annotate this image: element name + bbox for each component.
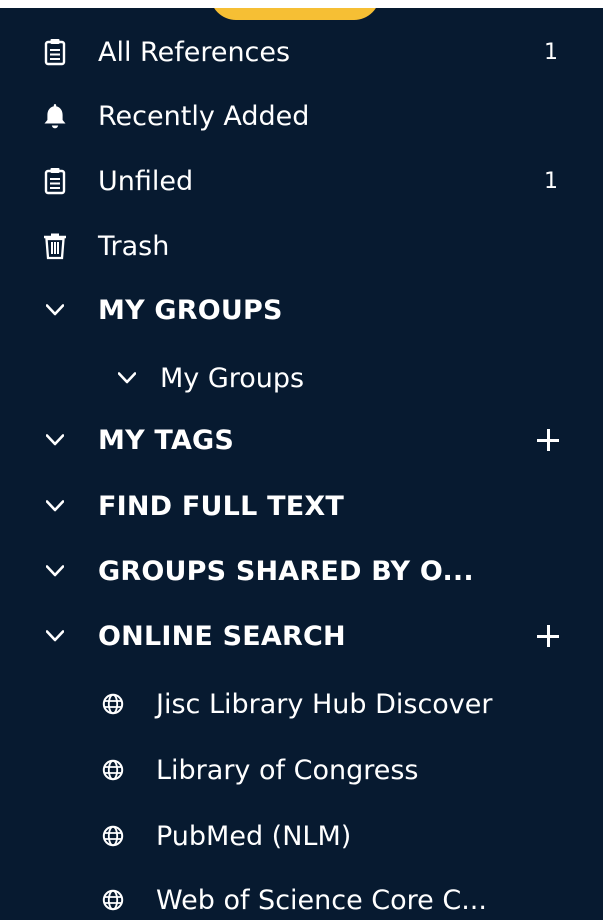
trash-icon	[42, 232, 68, 260]
sidebar-item-label: Recently Added	[98, 100, 310, 132]
sidebar-item-label: Library of Congress	[156, 754, 419, 786]
sidebar-item-label: All References	[98, 36, 291, 68]
sidebar-item-all-references[interactable]: All References 1	[0, 24, 603, 80]
sidebar-item-label: Jisc Library Hub Discover	[156, 688, 493, 720]
chevron-down-icon[interactable]	[46, 565, 64, 577]
section-online-search[interactable]: ONLINE SEARCH	[0, 608, 603, 664]
sidebar-item-web-of-science[interactable]: Web of Science Core C...	[0, 872, 603, 920]
globe-icon	[102, 889, 124, 911]
sidebar-item-my-groups[interactable]: My Groups	[0, 350, 603, 406]
add-tag-plus-icon[interactable]	[537, 429, 559, 451]
chevron-down-icon[interactable]	[46, 304, 64, 316]
add-online-search-plus-icon[interactable]	[537, 625, 559, 647]
section-title: FIND FULL TEXT	[98, 490, 344, 522]
section-title: MY GROUPS	[98, 294, 283, 326]
section-my-tags[interactable]: MY TAGS	[0, 412, 603, 468]
reference-count: 1	[544, 39, 558, 65]
sidebar-item-label: Web of Science Core C...	[156, 884, 487, 916]
sidebar-item-label: PubMed (NLM)	[156, 820, 352, 852]
sidebar-item-label: My Groups	[160, 362, 305, 394]
section-title: ONLINE SEARCH	[98, 620, 346, 652]
bell-icon	[42, 102, 68, 130]
top-accent-shape	[210, 8, 380, 20]
sidebar-item-unfiled[interactable]: Unfiled 1	[0, 153, 603, 209]
sidebar-item-jisc-library-hub[interactable]: Jisc Library Hub Discover	[0, 676, 603, 732]
chevron-down-icon[interactable]	[46, 630, 64, 642]
section-my-groups[interactable]: MY GROUPS	[0, 282, 603, 338]
section-find-full-text[interactable]: FIND FULL TEXT	[0, 478, 603, 534]
section-title: GROUPS SHARED BY O...	[98, 555, 474, 587]
clipboard-icon	[42, 38, 68, 66]
chevron-down-icon[interactable]	[46, 434, 64, 446]
clipboard-icon	[42, 167, 68, 195]
globe-icon	[102, 825, 124, 847]
section-groups-shared[interactable]: GROUPS SHARED BY O...	[0, 543, 603, 599]
sidebar-item-pubmed[interactable]: PubMed (NLM)	[0, 808, 603, 864]
sidebar-panel: All References 1 Recently Added Unfiled …	[0, 8, 603, 920]
sidebar-item-library-of-congress[interactable]: Library of Congress	[0, 742, 603, 798]
globe-icon	[102, 759, 124, 781]
sidebar-item-recently-added[interactable]: Recently Added	[0, 88, 603, 144]
globe-icon	[102, 693, 124, 715]
sidebar-item-label: Trash	[98, 230, 170, 262]
reference-count: 1	[544, 168, 558, 194]
sidebar-item-trash[interactable]: Trash	[0, 218, 603, 274]
chevron-down-icon[interactable]	[46, 500, 64, 512]
section-title: MY TAGS	[98, 424, 235, 456]
chevron-down-icon[interactable]	[118, 372, 136, 384]
sidebar-item-label: Unfiled	[98, 165, 194, 197]
